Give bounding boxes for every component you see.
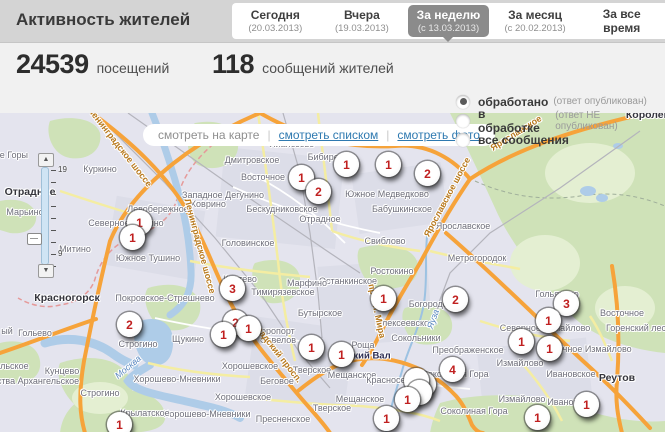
- zoom-tick: [51, 254, 56, 255]
- map-marker[interactable]: 1: [299, 335, 324, 360]
- radio-icon[interactable]: [456, 133, 470, 147]
- zoom-tick: [51, 170, 56, 171]
- tab-label: За месяц: [504, 8, 565, 22]
- map-marker[interactable]: 1: [211, 322, 236, 347]
- zoom-tick: [51, 230, 56, 231]
- filter-option-2[interactable]: в обработке(ответ НЕ опубликован): [456, 111, 665, 130]
- filter-note: (ответ опубликован): [553, 96, 647, 107]
- map-marker[interactable]: 1: [536, 308, 561, 333]
- map-marker[interactable]: 1: [574, 392, 599, 417]
- filter-label: все сообщения: [478, 133, 569, 147]
- map-marker[interactable]: 1: [376, 152, 401, 177]
- zoom-slider-handle[interactable]: [27, 233, 42, 245]
- tab-date: (с 20.02.2013): [504, 23, 565, 34]
- zoom-out-button[interactable]: ▼: [38, 264, 54, 278]
- map-marker[interactable]: 3: [220, 276, 245, 301]
- tab-5[interactable]: За все время: [578, 3, 665, 39]
- zoom-slider-track[interactable]: [41, 167, 49, 265]
- view-link-2[interactable]: смотреть списком: [279, 128, 379, 142]
- visits-label: посещений: [97, 60, 170, 76]
- filter-label: в обработке: [478, 107, 550, 135]
- tab-bubble: За все время: [578, 4, 665, 39]
- tab-bubble: Сегодня(20.03.2013): [239, 5, 311, 37]
- map-marker[interactable]: 1: [329, 342, 354, 367]
- header-bar: Активность жителей Сегодня(20.03.2013) Вч…: [0, 0, 665, 42]
- map-marker[interactable]: 1: [537, 336, 562, 361]
- radio-selected-icon[interactable]: [456, 95, 470, 109]
- tab-label: Вчера: [335, 8, 389, 22]
- activity-page: Активность жителей Сегодня(20.03.2013) Вч…: [0, 0, 665, 432]
- view-separator: |: [267, 128, 270, 142]
- zoom-max-label: 19: [58, 165, 67, 174]
- tab-2[interactable]: Вчера(19.03.2013): [319, 3, 406, 39]
- tab-3[interactable]: За неделю(с 13.03.2013): [405, 3, 492, 39]
- zoom-tick: [51, 206, 56, 207]
- tab-1[interactable]: Сегодня(20.03.2013): [232, 3, 319, 39]
- radio-icon[interactable]: [456, 114, 470, 128]
- tab-bubble: Вчера(19.03.2013): [326, 5, 398, 37]
- map-marker[interactable]: 2: [306, 179, 331, 204]
- zoom-tick: [51, 182, 56, 183]
- messages-value: 118: [212, 49, 254, 80]
- map-markers-layer: 11212113221111123111411111: [0, 113, 665, 432]
- map-marker[interactable]: 2: [415, 161, 440, 186]
- tab-date: (20.03.2013): [248, 23, 302, 34]
- view-separator: |: [386, 128, 389, 142]
- view-current: смотреть на карте: [158, 128, 259, 142]
- map-marker[interactable]: 1: [374, 406, 399, 431]
- zoom-in-button[interactable]: ▲: [38, 153, 54, 167]
- map-marker[interactable]: 1: [334, 152, 359, 177]
- map-marker[interactable]: 1: [107, 412, 132, 432]
- view-switcher: смотреть на карте|смотреть списком|смотр…: [143, 124, 495, 146]
- map-marker[interactable]: 1: [509, 329, 534, 354]
- visits-stat: 24539 посещений: [16, 49, 169, 80]
- map-marker[interactable]: 4: [440, 357, 465, 382]
- map-marker[interactable]: 1: [236, 316, 261, 341]
- tab-bar: Сегодня(20.03.2013) Вчера(19.03.2013) За н…: [232, 3, 665, 39]
- visits-value: 24539: [16, 49, 89, 80]
- map-marker[interactable]: 2: [443, 287, 468, 312]
- tab-label: За неделю: [417, 8, 481, 22]
- map-marker[interactable]: 2: [117, 312, 142, 337]
- map-marker[interactable]: 1: [525, 405, 550, 430]
- zoom-tick: [51, 218, 56, 219]
- messages-stat: 118 сообщений жителей: [212, 49, 394, 80]
- tab-date: (с 13.03.2013): [417, 23, 481, 34]
- zoom-tick: [51, 194, 56, 195]
- tab-bubble: За месяц(с 20.02.2013): [495, 5, 574, 37]
- map-canvas[interactable]: ХимкиНагорноеКоролевКрасногорскРеутовОтр…: [0, 112, 665, 432]
- tab-date: (19.03.2013): [335, 23, 389, 34]
- tab-4[interactable]: За месяц(с 20.02.2013): [492, 3, 579, 39]
- map-marker[interactable]: 1: [371, 286, 396, 311]
- message-filters: обработано(ответ опубликован)в обработке…: [456, 92, 665, 149]
- map-marker[interactable]: 1: [120, 225, 145, 250]
- messages-label: сообщений жителей: [262, 60, 394, 76]
- stats-band: 24539 посещений 118 сообщений жителей см…: [0, 42, 665, 113]
- tab-label: Сегодня: [248, 8, 302, 22]
- zoom-min-label: 9: [58, 249, 62, 258]
- filter-note: (ответ НЕ опубликован): [555, 110, 665, 132]
- page-title: Активность жителей: [16, 10, 190, 30]
- filter-option-3[interactable]: все сообщения: [456, 130, 665, 149]
- tab-bubble: За неделю(с 13.03.2013): [408, 5, 490, 37]
- tab-label: За все время: [587, 7, 656, 36]
- zoom-tick: [51, 242, 56, 243]
- map-marker[interactable]: 1: [395, 387, 420, 412]
